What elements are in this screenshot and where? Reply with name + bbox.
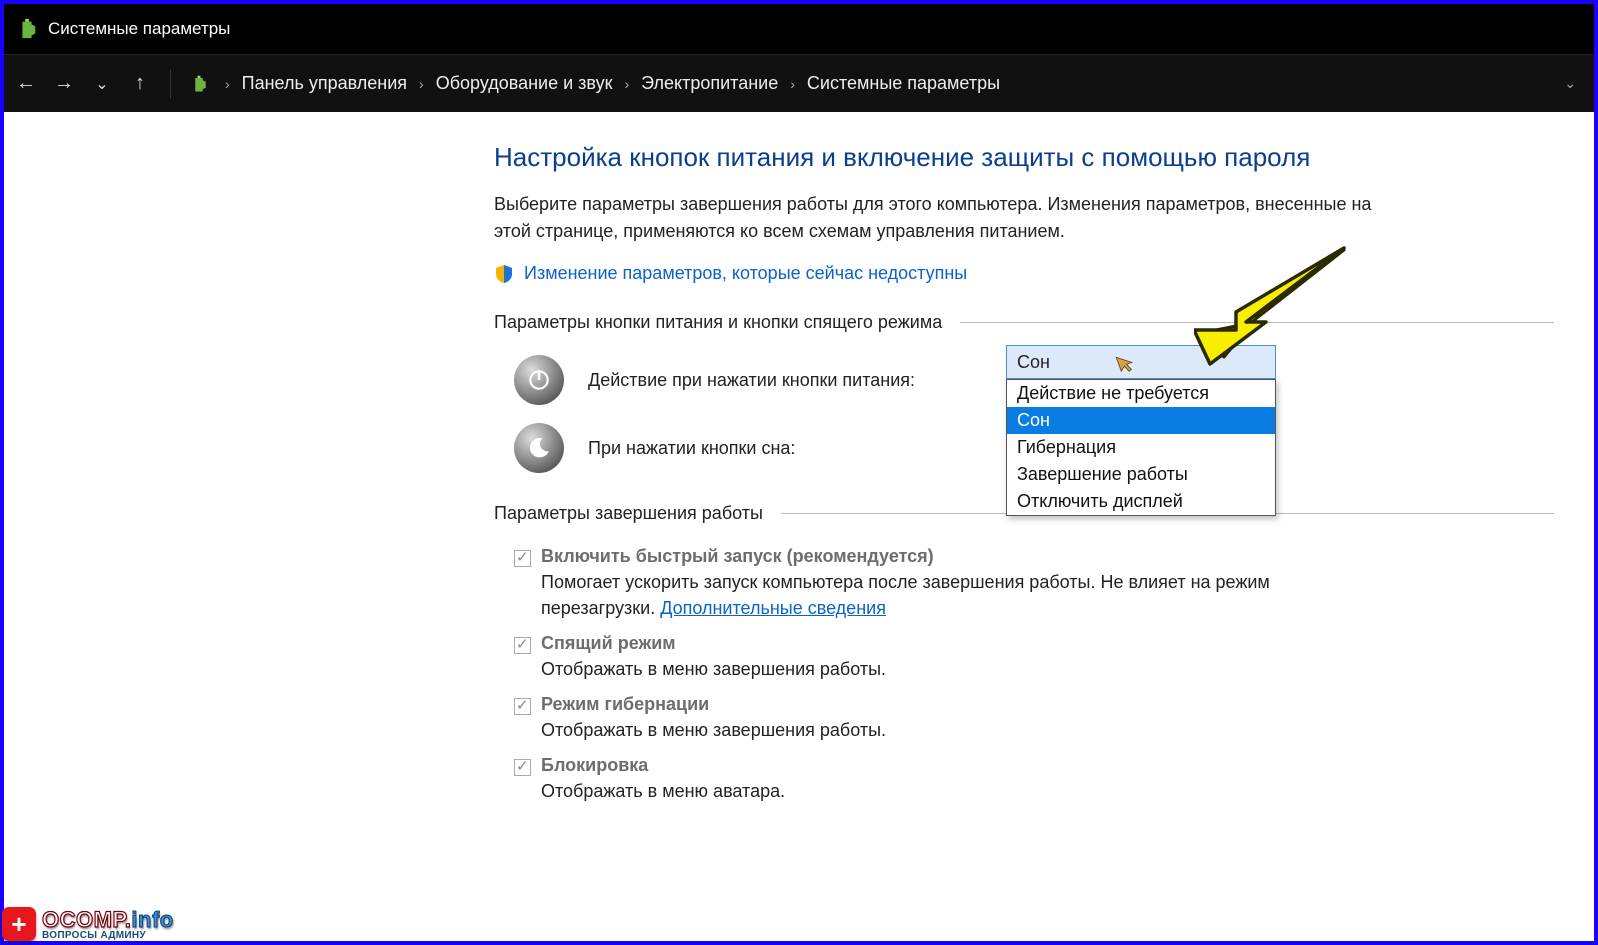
chevron-right-icon: › — [624, 76, 629, 92]
page-title: Настройка кнопок питания и включение защ… — [494, 142, 1554, 173]
watermark-badge-icon: + — [2, 907, 36, 941]
dropdown-selected[interactable]: Сон — [1006, 345, 1276, 379]
dropdown-option-display-off[interactable]: Отключить дисплей — [1007, 488, 1275, 515]
checkbox-sleep[interactable] — [514, 637, 531, 654]
sleep-description: Отображать в меню завершения работы. — [541, 656, 1301, 682]
nav-separator — [170, 69, 171, 99]
nav-forward-icon[interactable]: → — [52, 72, 76, 95]
checkbox-fast-startup[interactable] — [514, 550, 531, 567]
nav-recent-icon[interactable]: ⌄ — [90, 74, 114, 94]
breadcrumb-control-panel[interactable]: Панель управления — [242, 73, 407, 94]
watermark: + OCOMP.info ВОПРОСЫ АДМИНУ — [2, 907, 174, 941]
fast-startup-more-link[interactable]: Дополнительные сведения — [660, 598, 886, 618]
fast-startup-label: Включить быстрый запуск (рекомендуется) — [541, 546, 934, 567]
watermark-brand-a: OCOMP — [42, 907, 125, 932]
breadcrumb: › Панель управления › Оборудование и зву… — [189, 73, 1584, 94]
breadcrumb-power-options[interactable]: Электропитание — [641, 73, 778, 94]
cursor-icon — [1113, 349, 1143, 382]
chevron-down-icon[interactable]: ⌄ — [1564, 75, 1584, 92]
watermark-sub: ВОПРОСЫ АДМИНУ — [42, 930, 174, 941]
shield-icon — [494, 264, 514, 284]
dropdown-selected-value: Сон — [1017, 352, 1050, 373]
watermark-brand-b: info — [131, 907, 173, 932]
chevron-right-icon: › — [419, 76, 424, 92]
power-button-action-row: Действие при нажатии кнопки питания: Сон… — [514, 355, 1554, 405]
battery-icon — [189, 74, 209, 94]
power-button-label: Действие при нажатии кнопки питания: — [588, 370, 915, 391]
change-unavailable-link[interactable]: Изменение параметров, которые сейчас нед… — [524, 263, 967, 284]
lock-label: Блокировка — [541, 755, 648, 776]
fast-startup-desc-text: Помогает ускорить запуск компьютера посл… — [541, 572, 1270, 618]
hibernate-label: Режим гибернации — [541, 694, 709, 715]
chevron-right-icon: › — [790, 76, 795, 92]
nav-up-icon[interactable]: ↑ — [128, 72, 152, 95]
chevron-right-icon: › — [225, 76, 230, 92]
nav-back-icon[interactable]: ← — [14, 72, 38, 95]
section-power-buttons-header: Параметры кнопки питания и кнопки спящег… — [494, 312, 942, 333]
checkbox-lock[interactable] — [514, 759, 531, 776]
section-shutdown-header: Параметры завершения работы — [494, 503, 763, 524]
breadcrumb-system-settings[interactable]: Системные параметры — [807, 73, 1000, 94]
breadcrumb-hardware-sound[interactable]: Оборудование и звук — [436, 73, 613, 94]
sleep-icon — [514, 423, 564, 473]
lock-description: Отображать в меню аватара. — [541, 778, 1301, 804]
navbar: ← → ⌄ ↑ › Панель управления › Оборудован… — [4, 54, 1594, 112]
titlebar: Системные параметры — [4, 4, 1594, 54]
divider — [960, 322, 1554, 323]
battery-icon — [16, 18, 38, 40]
sleep-button-action-row: При нажатии кнопки сна: — [514, 423, 1554, 473]
content-pane: Настройка кнопок питания и включение защ… — [4, 112, 1594, 941]
sleep-label: Спящий режим — [541, 633, 676, 654]
dropdown-option-no-action[interactable]: Действие не требуется — [1007, 380, 1275, 407]
fast-startup-description: Помогает ускорить запуск компьютера посл… — [541, 569, 1301, 621]
sleep-button-label: При нажатии кнопки сна: — [588, 438, 795, 459]
hibernate-description: Отображать в меню завершения работы. — [541, 717, 1301, 743]
page-description: Выберите параметры завершения работы для… — [494, 191, 1374, 245]
power-icon — [514, 355, 564, 405]
window-title: Системные параметры — [48, 19, 230, 39]
checkbox-hibernate[interactable] — [514, 698, 531, 715]
